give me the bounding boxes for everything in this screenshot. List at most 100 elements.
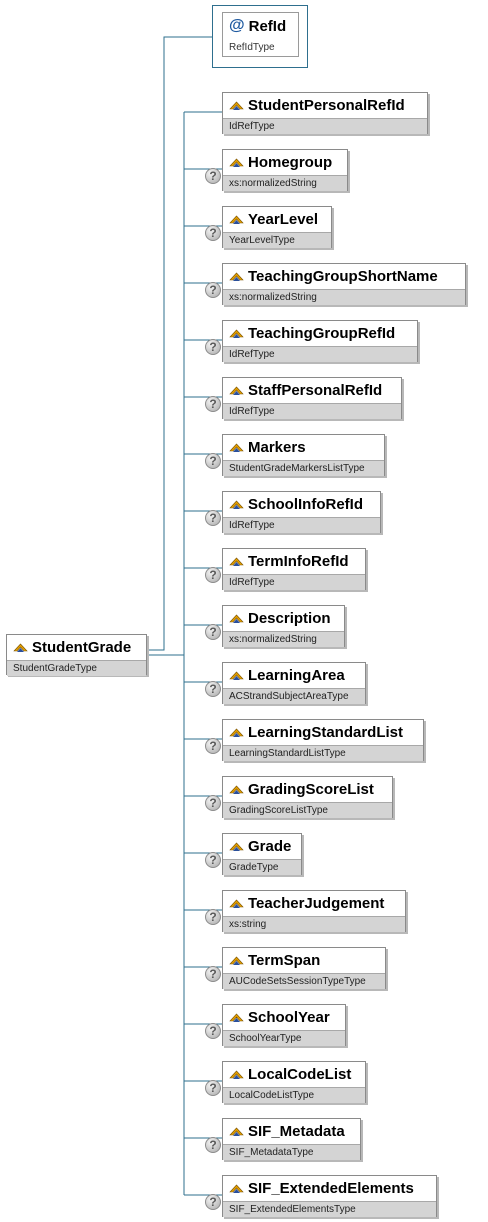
- element-icon: [229, 671, 244, 680]
- question-mark-icon[interactable]: ?: [205, 510, 221, 526]
- element-icon: [229, 1070, 244, 1079]
- question-mark-icon[interactable]: ?: [205, 567, 221, 583]
- element-icon: [229, 956, 244, 965]
- connector-line: [147, 36, 212, 651]
- element-type: xs:normalizedString: [223, 289, 465, 305]
- child-element[interactable]: LearningStandardList LearningStandardList…: [222, 719, 424, 761]
- child-element[interactable]: StaffPersonalRefId IdRefType: [222, 377, 402, 419]
- question-mark-icon[interactable]: ?: [205, 738, 221, 754]
- child-element[interactable]: Markers StudentGradeMarkersListType: [222, 434, 385, 476]
- question-mark-icon[interactable]: ?: [205, 795, 221, 811]
- element-icon: [229, 158, 244, 167]
- question-mark-icon[interactable]: ?: [205, 1194, 221, 1210]
- element-type: StudentGradeMarkersListType: [223, 460, 384, 476]
- child-element[interactable]: SchoolInfoRefId IdRefType: [222, 491, 381, 533]
- element-name: SIF_ExtendedElements: [248, 1180, 414, 1197]
- element-icon: [229, 1184, 244, 1193]
- element-name: Grade: [248, 838, 292, 855]
- element-type: xs:normalizedString: [223, 175, 347, 191]
- question-mark-icon[interactable]: ?: [205, 681, 221, 697]
- child-element[interactable]: StudentPersonalRefId IdRefType: [222, 92, 428, 134]
- element-name: GradingScoreList: [248, 781, 374, 798]
- element-name: LearningArea: [248, 667, 345, 684]
- element-icon: [229, 557, 244, 566]
- element-type: SIF_MetadataType: [223, 1144, 360, 1160]
- root-name: StudentGrade: [32, 639, 132, 656]
- element-name: SchoolInfoRefId: [248, 496, 363, 513]
- child-element[interactable]: TermInfoRefId IdRefType: [222, 548, 366, 590]
- attribute-icon: @: [229, 17, 245, 34]
- element-type: IdRefType: [223, 403, 401, 419]
- element-name: TeachingGroupRefId: [248, 325, 396, 342]
- element-name: TeacherJudgement: [248, 895, 385, 912]
- element-icon: [229, 101, 244, 110]
- question-mark-icon[interactable]: ?: [205, 282, 221, 298]
- question-mark-icon[interactable]: ?: [205, 396, 221, 412]
- element-icon: [229, 1127, 244, 1136]
- child-element[interactable]: SIF_Metadata SIF_MetadataType: [222, 1118, 361, 1160]
- question-mark-icon[interactable]: ?: [205, 852, 221, 868]
- element-type: xs:string: [223, 916, 405, 932]
- question-mark-icon[interactable]: ?: [205, 225, 221, 241]
- element-icon: [229, 785, 244, 794]
- element-type: LocalCodeListType: [223, 1087, 365, 1103]
- question-mark-icon[interactable]: ?: [205, 966, 221, 982]
- element-name: SIF_Metadata: [248, 1123, 345, 1140]
- element-icon: [229, 500, 244, 509]
- attribute-type: RefIdType: [229, 42, 275, 53]
- question-mark-icon[interactable]: ?: [205, 624, 221, 640]
- element-type: IdRefType: [223, 517, 380, 533]
- element-name: LearningStandardList: [248, 724, 404, 741]
- root-element[interactable]: StudentGrade StudentGradeType: [6, 634, 147, 676]
- question-mark-icon[interactable]: ?: [205, 1080, 221, 1096]
- element-icon: [229, 614, 244, 623]
- child-element[interactable]: YearLevel YearLevelType: [222, 206, 332, 248]
- element-type: xs:normalizedString: [223, 631, 344, 647]
- question-mark-icon[interactable]: ?: [205, 168, 221, 184]
- element-icon: [229, 1013, 244, 1022]
- element-type: LearningStandardListType: [223, 745, 423, 761]
- element-icon: [229, 329, 244, 338]
- question-mark-icon[interactable]: ?: [205, 909, 221, 925]
- element-type: ACStrandSubjectAreaType: [223, 688, 365, 704]
- element-icon: [229, 842, 244, 851]
- question-mark-icon[interactable]: ?: [205, 339, 221, 355]
- element-icon: [229, 899, 244, 908]
- child-element[interactable]: GradingScoreList GradingScoreListType: [222, 776, 393, 818]
- child-element[interactable]: LocalCodeList LocalCodeListType: [222, 1061, 366, 1103]
- element-icon: [229, 443, 244, 452]
- element-name: TermSpan: [248, 952, 321, 969]
- question-mark-icon[interactable]: ?: [205, 1023, 221, 1039]
- child-element[interactable]: SIF_ExtendedElements SIF_ExtendedElements…: [222, 1175, 437, 1217]
- element-name: SchoolYear: [248, 1009, 330, 1026]
- question-mark-icon[interactable]: ?: [205, 453, 221, 469]
- child-element[interactable]: Description xs:normalizedString: [222, 605, 345, 647]
- element-type: IdRefType: [223, 118, 427, 134]
- child-element[interactable]: LearningArea ACStrandSubjectAreaType: [222, 662, 366, 704]
- element-type: IdRefType: [223, 346, 417, 362]
- element-type: GradeType: [223, 859, 301, 875]
- child-element[interactable]: TeachingGroupShortName xs:normalizedStrin…: [222, 263, 466, 305]
- child-element[interactable]: Grade GradeType: [222, 833, 302, 875]
- attribute-refid[interactable]: @ RefId RefIdType: [222, 12, 299, 57]
- element-icon: [229, 215, 244, 224]
- question-mark-icon[interactable]: ?: [205, 1137, 221, 1153]
- element-icon: [13, 643, 28, 652]
- child-element[interactable]: TermSpan AUCodeSetsSessionTypeType: [222, 947, 386, 989]
- element-name: TermInfoRefId: [248, 553, 349, 570]
- child-element[interactable]: Homegroup xs:normalizedString: [222, 149, 348, 191]
- element-name: Homegroup: [248, 154, 333, 171]
- child-element[interactable]: TeachingGroupRefId IdRefType: [222, 320, 418, 362]
- child-element[interactable]: TeacherJudgement xs:string: [222, 890, 406, 932]
- element-name: Description: [248, 610, 331, 627]
- element-type: YearLevelType: [223, 232, 331, 248]
- element-type: GradingScoreListType: [223, 802, 392, 818]
- root-type: StudentGradeType: [7, 660, 146, 676]
- child-element[interactable]: SchoolYear SchoolYearType: [222, 1004, 346, 1046]
- element-icon: [229, 272, 244, 281]
- element-icon: [229, 386, 244, 395]
- attribute-name: RefId: [248, 17, 287, 35]
- element-name: YearLevel: [248, 211, 319, 228]
- element-name: StaffPersonalRefId: [248, 382, 383, 399]
- element-type: SIF_ExtendedElementsType: [223, 1201, 436, 1217]
